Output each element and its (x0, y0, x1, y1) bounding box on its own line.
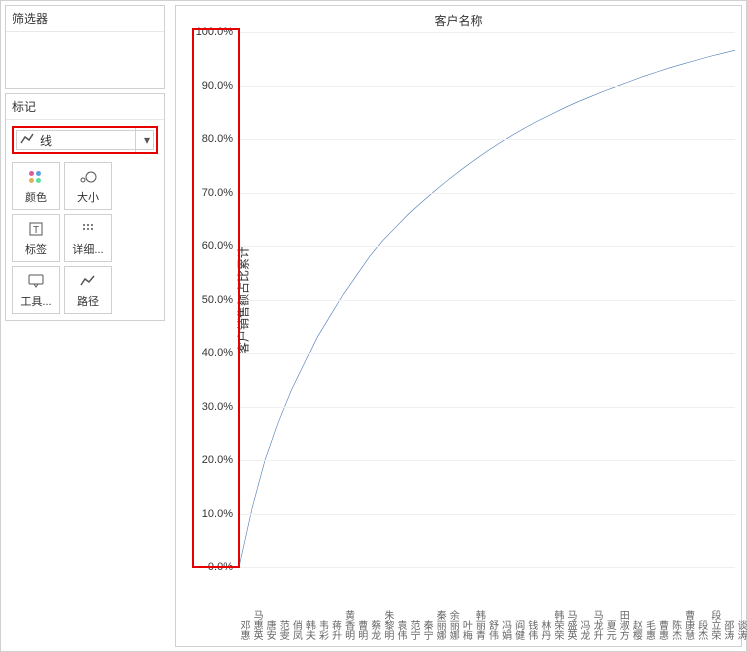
x-tick-label: 马盛英 (565, 574, 575, 640)
gridline (239, 193, 735, 194)
marks-grid: 颜色 大小 T 标签 详细... (6, 160, 164, 320)
x-tick-label: 朱黎明 (382, 574, 392, 640)
gridline (239, 86, 735, 87)
left-panel: 筛选器 标记 线 ▾ 颜色 大小 (5, 5, 165, 325)
chevron-down-icon: ▾ (135, 128, 150, 152)
x-tick-label: 俏凤 (290, 574, 300, 640)
gridline (239, 32, 735, 33)
x-tick-label: 田淑方 (617, 574, 627, 640)
size-icon (79, 167, 97, 187)
plot: 客户销售额占比累计 0.0%10.0%20.0%30.0%40.0%50.0%6… (238, 32, 735, 568)
marks-panel: 标记 线 ▾ 颜色 大小 (5, 93, 165, 321)
tooltip-icon (28, 271, 44, 291)
y-tick: 10.0% (202, 508, 239, 520)
mark-type-label: 线 (40, 132, 135, 149)
x-tick-label: 舒伟 (487, 574, 497, 640)
filters-body[interactable] (6, 32, 164, 88)
x-axis-labels: 邓惠马惠英唐安范雯俏凤韩夫韦彩蒋升黄香明曹明蔡龙朱黎明袁伟范宁秦宁秦丽娜余丽娜叶… (238, 570, 735, 640)
chart-area: 客户名称 客户销售额占比累计 0.0%10.0%20.0%30.0%40.0%5… (175, 5, 742, 647)
x-tick-label: 余丽娜 (447, 574, 457, 640)
filters-label: 筛选器 (6, 6, 164, 32)
x-tick-label: 阎健 (513, 574, 523, 640)
marks-detail[interactable]: 详细... (64, 214, 112, 262)
marks-color[interactable]: 颜色 (12, 162, 60, 210)
y-tick: 0.0% (208, 561, 239, 573)
gridline (239, 246, 735, 247)
x-tick-label: 韩夫 (303, 574, 313, 640)
marks-path[interactable]: 路径 (64, 266, 112, 314)
x-tick-label: 曹康慧 (683, 574, 693, 640)
marks-size-label: 大小 (77, 189, 99, 205)
x-tick-label: 范雯 (277, 574, 287, 640)
y-tick: 60.0% (202, 240, 239, 252)
x-tick-label: 叶梅 (460, 574, 470, 640)
y-tick: 30.0% (202, 401, 239, 413)
gridline (239, 353, 735, 354)
svg-text:T: T (33, 225, 39, 236)
mark-type-dropdown[interactable]: 线 ▾ (12, 126, 158, 154)
marks-tooltip[interactable]: 工具... (12, 266, 60, 314)
x-tick-label: 赵樱 (630, 574, 640, 640)
gridline (239, 407, 735, 408)
y-tick: 20.0% (202, 454, 239, 466)
x-tick-label: 邓惠 (238, 574, 248, 640)
x-tick-label: 曹明 (356, 574, 366, 640)
x-tick-label: 韩丽青 (473, 574, 483, 640)
marks-color-label: 颜色 (25, 189, 47, 205)
filters-panel: 筛选器 (5, 5, 165, 89)
y-tick: 80.0% (202, 133, 239, 145)
x-tick-label: 蒋升 (330, 574, 340, 640)
x-tick-label: 韦彩 (316, 574, 326, 640)
x-tick-label: 范宁 (408, 574, 418, 640)
x-tick-label: 钱伟 (526, 574, 536, 640)
marks-label: 标记 (6, 94, 164, 120)
y-tick: 40.0% (202, 347, 239, 359)
x-tick-label: 袁伟 (395, 574, 405, 640)
x-tick-label: 谈涛 (735, 574, 745, 640)
x-tick-label: 陈杰 (670, 574, 680, 640)
x-tick-label: 曹惠 (657, 574, 667, 640)
chart-title: 客户名称 (176, 12, 741, 29)
x-tick-label: 韩荣荣 (552, 574, 562, 640)
gridline (239, 300, 735, 301)
path-icon (80, 271, 96, 291)
x-tick-label: 夏元 (604, 574, 614, 640)
x-tick-label: 毛惠 (643, 574, 653, 640)
x-tick-label: 林丹 (539, 574, 549, 640)
x-tick-label: 唐安 (264, 574, 274, 640)
line-icon (20, 132, 34, 149)
gridline (239, 567, 735, 568)
x-tick-label: 冯娟 (500, 574, 510, 640)
x-tick-label: 段杰 (696, 574, 706, 640)
marks-path-label: 路径 (77, 293, 99, 309)
marks-label[interactable]: T 标签 (12, 214, 60, 262)
label-icon: T (28, 219, 44, 239)
y-tick: 90.0% (202, 80, 239, 92)
x-tick-label: 冯龙 (578, 574, 588, 640)
x-tick-label: 马龙升 (591, 574, 601, 640)
x-tick-label: 黄香明 (343, 574, 353, 640)
x-tick-label: 段立荣 (709, 574, 719, 640)
y-tick: 100.0% (196, 26, 239, 38)
gridline (239, 139, 735, 140)
color-icon (29, 167, 43, 187)
gridline (239, 514, 735, 515)
marks-size[interactable]: 大小 (64, 162, 112, 210)
y-tick: 70.0% (202, 187, 239, 199)
x-tick-label: 秦丽娜 (434, 574, 444, 640)
y-tick: 50.0% (202, 294, 239, 306)
marks-tooltip-label: 工具... (20, 293, 51, 309)
x-tick-label: 蔡龙 (369, 574, 379, 640)
x-tick-label: 秦宁 (421, 574, 431, 640)
marks-detail-label: 详细... (72, 241, 103, 257)
gridline (239, 460, 735, 461)
detail-icon (81, 219, 95, 239)
marks-label-label: 标签 (25, 241, 47, 257)
x-tick-label: 邵涛 (722, 574, 732, 640)
x-tick-label: 马惠英 (251, 574, 261, 640)
